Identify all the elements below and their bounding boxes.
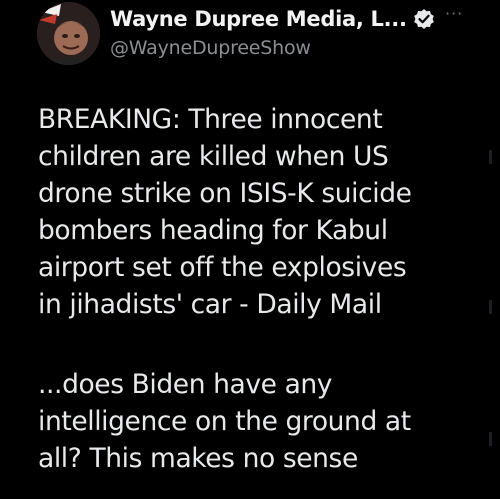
tweet-text-line: children are killed when US (38, 141, 389, 172)
tweet-text-line: in jihadists' car - Daily Mail (38, 289, 382, 320)
author-display-name[interactable]: Wayne Dupree Media, L... (110, 7, 407, 31)
author-name-row[interactable]: Wayne Dupree Media, L... (110, 4, 435, 34)
tweet-card: Wayne Dupree Media, L... ··· @WayneDupre… (0, 0, 500, 499)
tweet-paragraph-1: BREAKING: Three innocent children are ki… (38, 101, 488, 323)
verified-badge-icon (413, 8, 435, 30)
author-handle[interactable]: @WayneDupreeShow (110, 37, 311, 59)
tweet-text-line: all? This makes no sense (38, 443, 358, 474)
more-options-icon[interactable]: ··· (445, 6, 463, 22)
tweet-text-line: BREAKING: Three innocent (38, 104, 383, 135)
tweet-text-line: drone strike on ISIS-K suicide (38, 178, 412, 209)
tweet-text-line: bombers heading for Kabul (38, 215, 388, 246)
tweet-text-line: airport set off the explosives (38, 252, 407, 283)
tweet-text-line: ...does Biden have any (38, 369, 333, 400)
edge-divider (489, 432, 492, 446)
avatar[interactable] (37, 2, 100, 65)
avatar-icon (37, 2, 100, 65)
tweet-paragraph-2: ...does Biden have any intelligence on t… (38, 366, 488, 477)
tweet-text-line: intelligence on the ground at (38, 406, 411, 437)
edge-divider (489, 150, 492, 164)
edge-divider (489, 300, 492, 314)
